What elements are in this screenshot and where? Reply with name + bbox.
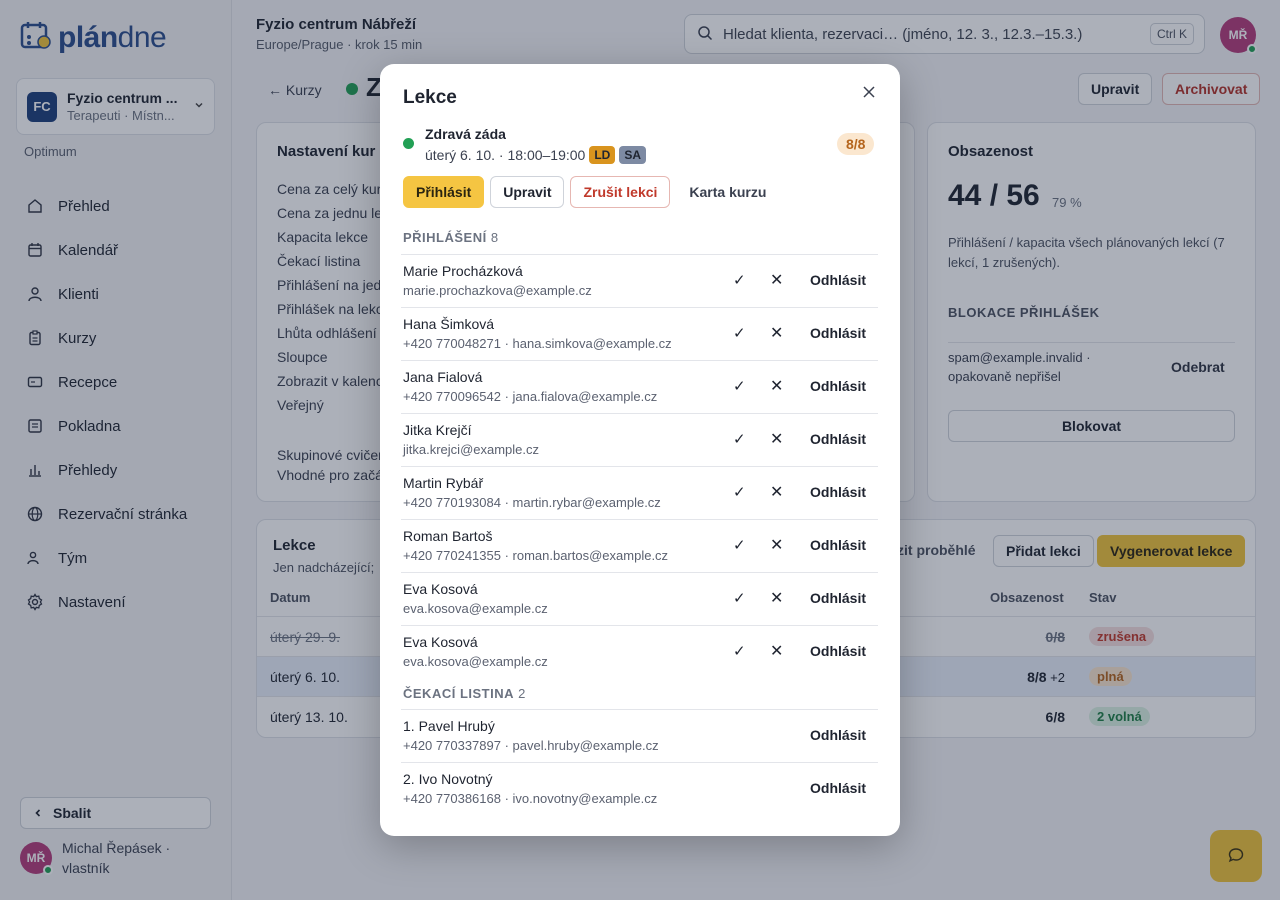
close-modal-button[interactable]: [858, 82, 880, 104]
mark-attended-button[interactable]: ✓: [733, 324, 746, 342]
participant-contact: +420 770241355 · roman.bartos@example.cz: [403, 548, 669, 563]
unsign-button[interactable]: Odhlásit: [810, 431, 866, 447]
list-item: Marie Procházková marie.prochazkova@exam…: [401, 254, 878, 307]
participant-contact: eva.kosova@example.cz: [403, 654, 548, 669]
participant-contact: +420 770048271 · hana.simkova@example.cz: [403, 336, 672, 351]
list-item: Jana Fialová +420 770096542 · jana.fialo…: [401, 360, 878, 413]
list-item: Eva Kosová eva.kosova@example.cz ✓ ✕ Odh…: [401, 572, 878, 625]
mark-absent-button[interactable]: ✕: [770, 323, 783, 343]
participant-name: Eva Kosová: [403, 634, 478, 650]
participant-name: 1. Pavel Hrubý: [403, 718, 495, 734]
list-item: Hana Šimková +420 770048271 · hana.simko…: [401, 307, 878, 360]
list-item: Jitka Krejčí jitka.krejci@example.cz ✓ ✕…: [401, 413, 878, 466]
edit-lesson-button[interactable]: Upravit: [490, 176, 565, 208]
participant-name: Marie Procházková: [403, 263, 523, 279]
unsign-button[interactable]: Odhlásit: [810, 325, 866, 341]
participant-contact: +420 770193084 · martin.rybar@example.cz: [403, 495, 661, 510]
participant-contact: eva.kosova@example.cz: [403, 601, 548, 616]
capacity-badge: 8/8: [837, 133, 875, 155]
participant-contact: marie.prochazkova@example.cz: [403, 283, 592, 298]
close-icon: [862, 85, 876, 102]
lesson-name: Zdravá záda: [425, 126, 506, 142]
unsign-button[interactable]: Odhlásit: [810, 484, 866, 500]
mark-attended-button[interactable]: ✓: [733, 536, 746, 554]
list-item: 2. Ivo Novotný +420 770386168 · ivo.novo…: [401, 762, 878, 815]
waitlist: 1. Pavel Hrubý +420 770337897 · pavel.hr…: [401, 709, 878, 815]
participant-name: Eva Kosová: [403, 581, 478, 597]
list-item: Eva Kosová eva.kosova@example.cz ✓ ✕ Odh…: [401, 625, 878, 678]
mark-absent-button[interactable]: ✕: [770, 482, 783, 502]
unsign-button[interactable]: Odhlásit: [810, 780, 866, 796]
list-item: 1. Pavel Hrubý +420 770337897 · pavel.hr…: [401, 709, 878, 762]
cancel-lesson-button[interactable]: Zrušit lekci: [570, 176, 671, 208]
unsign-button[interactable]: Odhlásit: [810, 378, 866, 394]
lesson-when: úterý 6. 10. · 18:00–19:00 LD SA: [425, 146, 647, 164]
course-card-button[interactable]: Karta kurzu: [676, 176, 780, 208]
mark-absent-button[interactable]: ✕: [770, 270, 783, 290]
mark-attended-button[interactable]: ✓: [733, 642, 746, 660]
mark-absent-button[interactable]: ✕: [770, 641, 783, 661]
unsign-button[interactable]: Odhlásit: [810, 643, 866, 659]
lesson-time: úterý 6. 10. · 18:00–19:00: [425, 147, 586, 163]
lesson-modal: Lekce Zdravá záda úterý 6. 10. · 18:00–1…: [380, 64, 900, 836]
unsign-button[interactable]: Odhlásit: [810, 727, 866, 743]
mark-attended-button[interactable]: ✓: [733, 430, 746, 448]
participant-contact: +420 770337897 · pavel.hruby@example.cz: [403, 738, 659, 753]
instructor-tag: LD: [589, 146, 616, 164]
mark-attended-button[interactable]: ✓: [733, 483, 746, 501]
list-item: Roman Bartoš +420 770241355 · roman.bart…: [401, 519, 878, 572]
room-tag: SA: [619, 146, 647, 164]
participant-contact: +420 770386168 · ivo.novotny@example.cz: [403, 791, 658, 806]
unsign-button[interactable]: Odhlásit: [810, 537, 866, 553]
lesson-status-dot: [403, 138, 414, 149]
mark-attended-button[interactable]: ✓: [733, 589, 746, 607]
participant-name: Hana Šimková: [403, 316, 495, 332]
list-item: Martin Rybář +420 770193084 · martin.ryb…: [401, 466, 878, 519]
mark-absent-button[interactable]: ✕: [770, 535, 783, 555]
mark-absent-button[interactable]: ✕: [770, 429, 783, 449]
signed-section-title: PŘIHLÁŠENÍ 8: [403, 230, 499, 245]
participant-list: Marie Procházková marie.prochazkova@exam…: [401, 254, 878, 678]
waitlist-section-title: ČEKACÍ LISTINA 2: [403, 686, 526, 701]
modal-actions: Přihlásit Upravit Zrušit lekci Karta kur…: [403, 176, 780, 208]
mark-attended-button[interactable]: ✓: [733, 377, 746, 395]
participant-name: 2. Ivo Novotný: [403, 771, 493, 787]
mark-absent-button[interactable]: ✕: [770, 588, 783, 608]
mark-absent-button[interactable]: ✕: [770, 376, 783, 396]
mark-attended-button[interactable]: ✓: [733, 271, 746, 289]
modal-title: Lekce: [403, 87, 457, 108]
unsign-button[interactable]: Odhlásit: [810, 590, 866, 606]
participant-contact: jitka.krejci@example.cz: [403, 442, 540, 457]
participant-name: Roman Bartoš: [403, 528, 493, 544]
participant-name: Martin Rybář: [403, 475, 484, 491]
unsign-button[interactable]: Odhlásit: [810, 272, 866, 288]
participant-contact: +420 770096542 · jana.fialova@example.cz: [403, 389, 658, 404]
participant-name: Jitka Krejčí: [403, 422, 472, 438]
signup-button[interactable]: Přihlásit: [403, 176, 485, 208]
participant-name: Jana Fialová: [403, 369, 483, 385]
